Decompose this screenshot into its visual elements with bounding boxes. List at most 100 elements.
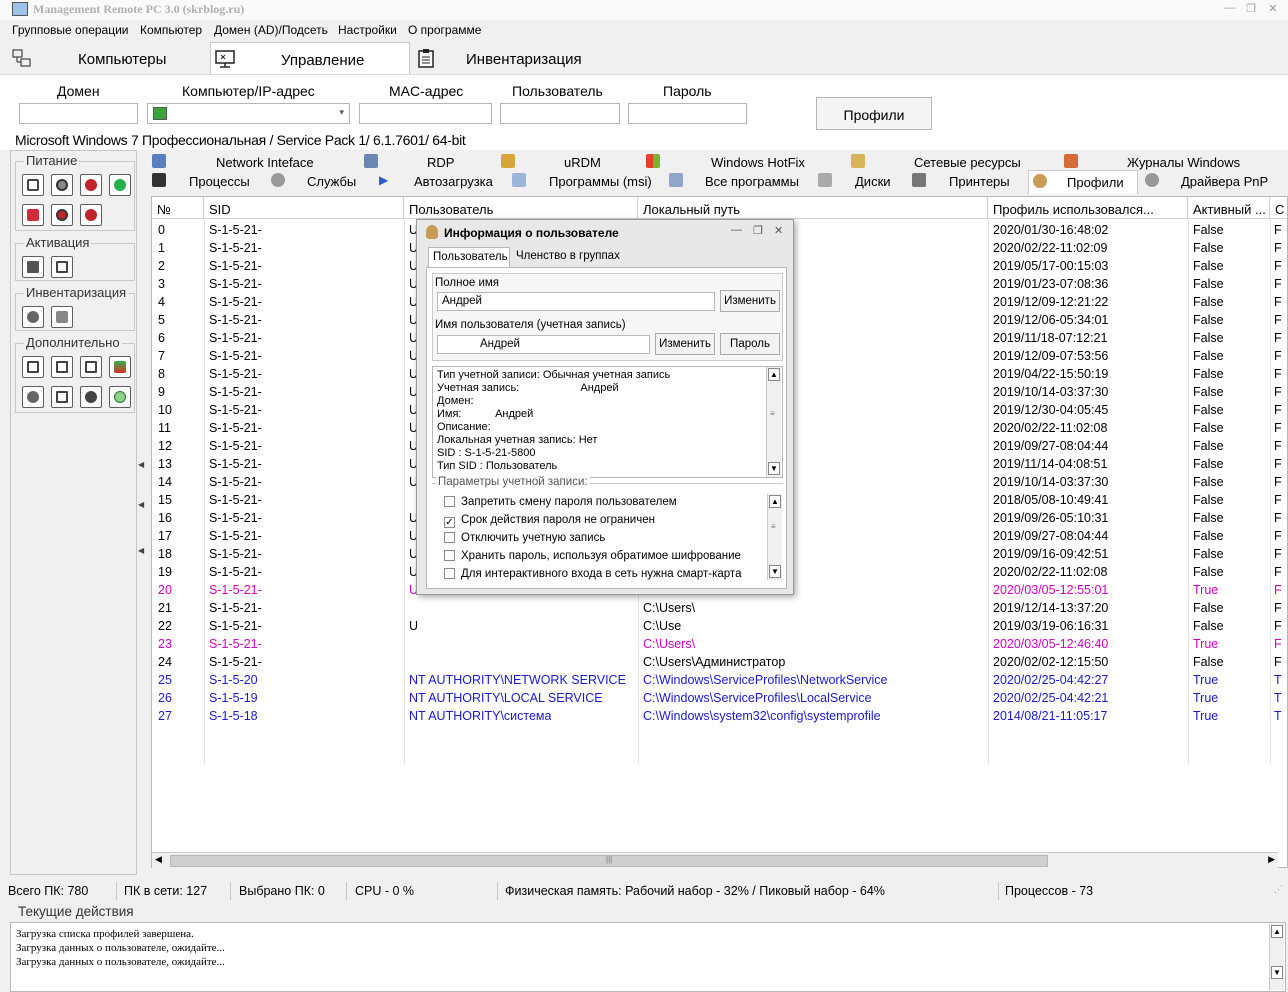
scroll-down-icon[interactable]: ▼ bbox=[768, 462, 780, 475]
checkbox[interactable] bbox=[444, 568, 455, 579]
scroll-right-icon[interactable]: ▶ bbox=[1268, 854, 1275, 865]
maximize-icon[interactable]: ❐ bbox=[1243, 2, 1259, 16]
users-icon[interactable] bbox=[80, 386, 102, 408]
tab-printers[interactable]: Принтеры bbox=[912, 171, 1012, 191]
tab-urdm[interactable]: uRDM bbox=[501, 152, 601, 172]
scroll-up-icon[interactable]: ▲ bbox=[769, 495, 781, 508]
checkbox[interactable] bbox=[444, 532, 455, 543]
checkbox[interactable] bbox=[444, 496, 455, 507]
tab-autostart[interactable]: ▶ Автозагрузка bbox=[379, 171, 499, 191]
tab-services[interactable]: Службы bbox=[271, 171, 361, 191]
table-row[interactable]: 22 S-1-5-21- U C:\Use 2019/03/19-06:16:31 Fal… bbox=[152, 617, 1287, 635]
col-last-used[interactable]: Профиль использовался... bbox=[988, 197, 1188, 219]
info-scrollbar[interactable]: ▲ ≡ ▼ bbox=[766, 367, 781, 477]
maximize-icon[interactable]: ❐ bbox=[753, 224, 763, 237]
tab-inventory[interactable]: Инвентаризация bbox=[412, 42, 612, 74]
tab-management[interactable]: Управление bbox=[210, 42, 410, 74]
computer-select[interactable]: ▾ bbox=[147, 103, 350, 124]
scrollbar-thumb[interactable]: ||| bbox=[170, 855, 1048, 867]
table-row[interactable]: 21 S-1-5-21- C:\Users\ 2019/12/14-13:37:20 F… bbox=[152, 599, 1287, 617]
scroll-up-icon[interactable]: ▲ bbox=[1271, 925, 1283, 938]
param-checkbox-row[interactable]: Для интерактивного входа в сеть нужна см… bbox=[444, 568, 741, 580]
param-checkbox-row[interactable]: Запретить смену пароля пользователем bbox=[444, 496, 677, 508]
tab-disks[interactable]: Диски bbox=[818, 171, 898, 191]
horizontal-scrollbar[interactable]: ◀ ||| ▶ bbox=[152, 852, 1278, 868]
checkbox[interactable] bbox=[444, 550, 455, 561]
col-c[interactable]: С bbox=[1270, 197, 1287, 219]
splitter-handle[interactable]: ◀ ◀ ◀ bbox=[138, 460, 146, 560]
close-icon[interactable]: ✕ bbox=[774, 224, 783, 237]
table-row[interactable]: 26 S-1-5-19 NT AUTHORITY\LOCAL SERVICE C:\W… bbox=[152, 689, 1287, 707]
restart-icon[interactable] bbox=[51, 174, 73, 196]
power-on-icon[interactable] bbox=[109, 174, 131, 196]
table-row[interactable]: 23 S-1-5-21- C:\Users\ 2020/03/05-12:46:40 T… bbox=[152, 635, 1287, 653]
change-fullname-button[interactable]: Изменить bbox=[720, 290, 780, 312]
tab-processes[interactable]: Процессы bbox=[152, 171, 262, 191]
dialog-title-bar[interactable]: Информация о пользователе — ❐ ✕ bbox=[417, 220, 793, 244]
shutdown-icon[interactable] bbox=[80, 174, 102, 196]
scroll-down-icon[interactable]: ▼ bbox=[1271, 966, 1283, 979]
tab-programs-msi[interactable]: Программы (msi) bbox=[512, 171, 652, 191]
col-path[interactable]: Локальный путь bbox=[638, 197, 988, 219]
tab-computers[interactable]: Компьютеры bbox=[8, 42, 208, 74]
tab-windows-logs[interactable]: Журналы Windows bbox=[1064, 152, 1240, 172]
number-icon[interactable] bbox=[51, 386, 73, 408]
table-row[interactable]: 24 S-1-5-21- C:\Users\Администратор 2020/02… bbox=[152, 653, 1287, 671]
document-icon[interactable] bbox=[80, 356, 102, 378]
settings-icon[interactable] bbox=[22, 386, 44, 408]
param-checkbox-row[interactable]: Хранить пароль, используя обратимое шифр… bbox=[444, 550, 741, 562]
list-icon[interactable] bbox=[51, 356, 73, 378]
table-row[interactable]: 25 S-1-5-20 NT AUTHORITY\NETWORK SERVICE C:… bbox=[152, 671, 1287, 689]
tab-network-resources[interactable]: Сетевые ресурсы bbox=[851, 152, 1021, 172]
logoff-icon[interactable] bbox=[22, 204, 44, 226]
mac-input[interactable] bbox=[359, 103, 492, 124]
tab-profiles[interactable]: Профили bbox=[1028, 170, 1138, 194]
scroll-left-icon[interactable]: ◀ bbox=[155, 854, 162, 865]
col-number[interactable]: № bbox=[152, 197, 204, 219]
windows-icon[interactable] bbox=[22, 256, 44, 278]
office-icon[interactable] bbox=[51, 256, 73, 278]
tab-pnp-drivers[interactable]: Драйвера PnP bbox=[1145, 171, 1268, 191]
profiles-button[interactable]: Профили bbox=[816, 97, 932, 130]
scan-icon[interactable] bbox=[51, 306, 73, 328]
menu-settings[interactable]: Настройки bbox=[338, 23, 397, 37]
terminal-icon[interactable] bbox=[22, 356, 44, 378]
user-input[interactable] bbox=[500, 103, 620, 124]
col-sid[interactable]: SID bbox=[204, 197, 404, 219]
password-input[interactable] bbox=[628, 103, 747, 124]
transfer-icon[interactable] bbox=[109, 386, 131, 408]
domain-input[interactable] bbox=[19, 103, 138, 124]
checkbox-checked[interactable]: ✓ bbox=[444, 517, 455, 528]
tab-user[interactable]: Пользователь bbox=[428, 247, 510, 267]
menu-group-ops[interactable]: Групповые операции bbox=[12, 23, 129, 37]
full-name-input[interactable]: Андрей bbox=[437, 292, 715, 311]
chevron-down-icon[interactable]: ▾ bbox=[339, 107, 344, 118]
menu-computer[interactable]: Компьютер bbox=[140, 23, 202, 37]
login-icon[interactable] bbox=[22, 174, 44, 196]
tab-rdp[interactable]: RDP bbox=[364, 152, 454, 172]
minimize-icon[interactable]: — bbox=[731, 224, 742, 236]
shutdown-red-icon[interactable] bbox=[80, 204, 102, 226]
table-row[interactable]: 27 S-1-5-18 NT AUTHORITY\система C:\Windows… bbox=[152, 707, 1287, 725]
log-scrollbar[interactable]: ▲ ▼ bbox=[1269, 924, 1284, 990]
username-input[interactable]: Андрей bbox=[437, 335, 650, 354]
minimize-icon[interactable]: — bbox=[1222, 2, 1238, 16]
col-user[interactable]: Пользователь bbox=[404, 197, 638, 219]
menu-about[interactable]: О программе bbox=[408, 23, 481, 37]
change-username-button[interactable]: Изменить bbox=[655, 333, 715, 355]
resize-grip-icon[interactable]: ⋰ bbox=[1274, 884, 1283, 895]
close-icon[interactable]: ✕ bbox=[1265, 2, 1281, 16]
database-icon[interactable] bbox=[109, 356, 131, 378]
scroll-down-icon[interactable]: ▼ bbox=[769, 565, 781, 578]
params-scrollbar[interactable]: ▲ ≡ ▼ bbox=[767, 494, 782, 580]
param-checkbox-row[interactable]: ✓ Срок действия пароля не ограничен bbox=[444, 514, 655, 528]
tab-windows-hotfix[interactable]: Windows HotFix bbox=[646, 152, 806, 172]
param-checkbox-row[interactable]: Отключить учетную запись bbox=[444, 532, 605, 544]
gear-icon[interactable] bbox=[22, 306, 44, 328]
tab-network-interface[interactable]: Network Inteface bbox=[152, 152, 327, 172]
col-active[interactable]: Активный ... bbox=[1188, 197, 1270, 219]
menu-domain[interactable]: Домен (AD)/Подсеть bbox=[214, 23, 328, 37]
scroll-up-icon[interactable]: ▲ bbox=[768, 368, 780, 381]
restart-red-icon[interactable] bbox=[51, 204, 73, 226]
tab-groups[interactable]: Членство в группах bbox=[512, 247, 622, 267]
